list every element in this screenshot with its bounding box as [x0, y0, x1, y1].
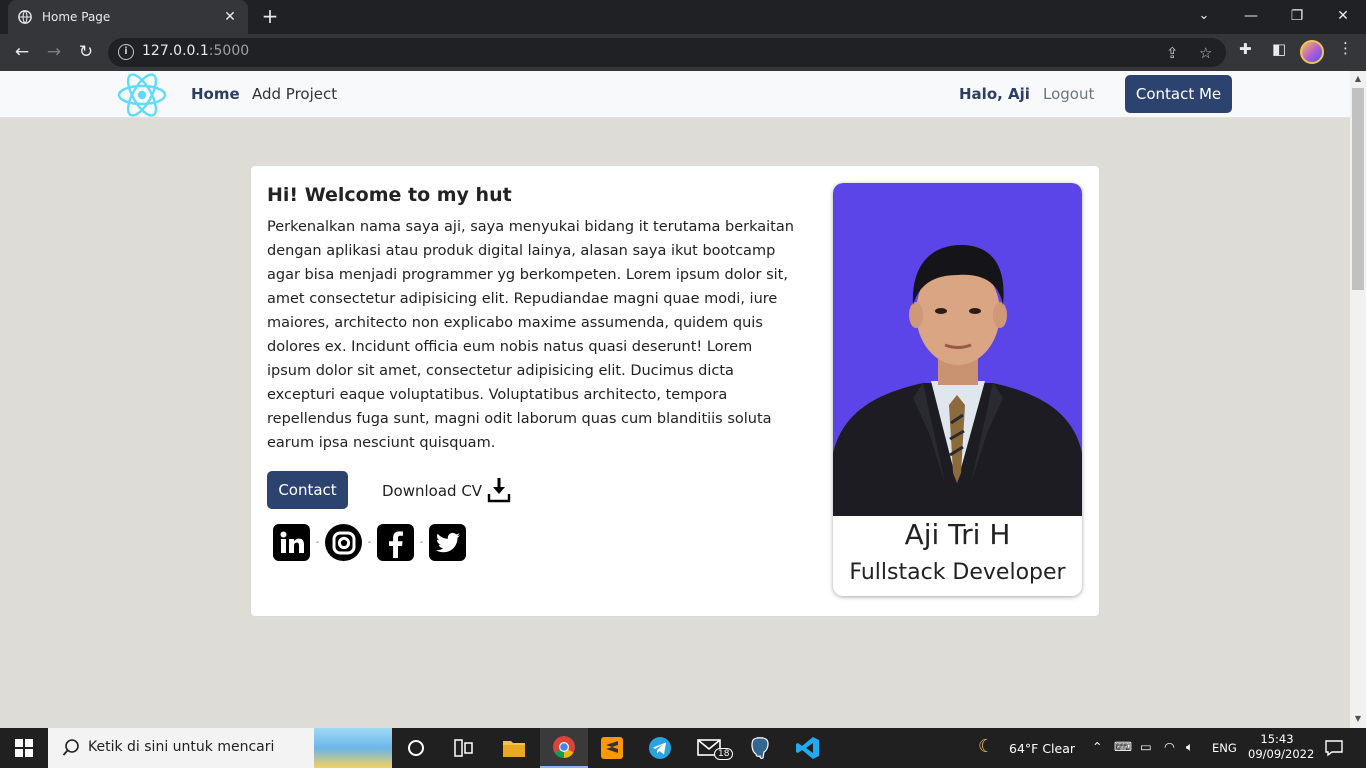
volume-icon[interactable]: 🔈︎	[1186, 739, 1194, 755]
download-icon	[487, 478, 511, 503]
hero-title: Hi! Welcome to my hut	[267, 184, 512, 206]
task-view-icon[interactable]	[440, 728, 488, 768]
twitter-icon[interactable]	[429, 524, 466, 561]
windows-taskbar: Ketik di sini untuk mencari 18 ☾ 64°F Cl…	[0, 728, 1366, 768]
forward-arrow-icon[interactable]: →	[42, 40, 66, 64]
sublime-text-icon[interactable]	[588, 728, 636, 768]
download-cv-label: Download CV	[382, 482, 483, 500]
contact-button[interactable]: Contact	[267, 471, 348, 509]
tab-title: Home Page	[42, 10, 111, 24]
download-cv-link[interactable]: Download CV	[382, 478, 512, 504]
profile-name: Aji Tri H	[904, 518, 1011, 551]
globe-icon	[18, 10, 32, 24]
scroll-up-arrow-icon[interactable]: ▲	[1350, 71, 1366, 87]
tab-search-button[interactable]: ⌄	[1192, 4, 1216, 28]
tray-chevron-up-icon[interactable]: ⌃	[1092, 739, 1102, 754]
site-info-icon[interactable]: i	[118, 44, 134, 60]
profile-photo	[833, 183, 1082, 516]
file-explorer-icon[interactable]	[490, 728, 538, 768]
close-window-button[interactable]: ✕	[1320, 0, 1366, 32]
new-tab-button[interactable]: +	[258, 5, 282, 27]
postgresql-icon[interactable]	[736, 728, 784, 768]
restore-button[interactable]: ❐	[1274, 0, 1320, 32]
mail-icon[interactable]: 18	[686, 728, 734, 768]
taskbar-clock[interactable]: 15:43 09/09/2022	[1248, 732, 1315, 762]
url-text: 127.0.0.1:5000	[142, 43, 250, 59]
cortana-icon[interactable]	[392, 728, 440, 768]
clock-time: 15:43	[1260, 732, 1294, 746]
address-bar[interactable]: i 127.0.0.1:5000 ⇪ ☆	[108, 38, 1226, 67]
profile-role: Fullstack Developer	[849, 560, 1066, 585]
social-separator: -	[419, 537, 424, 548]
battery-icon[interactable]: ▭	[1140, 739, 1152, 754]
facebook-icon[interactable]	[377, 524, 414, 561]
contact-me-button[interactable]: Contact Me	[1125, 75, 1232, 113]
portrait-illustration	[833, 245, 1082, 516]
social-separator: -	[315, 537, 320, 548]
tab-close-icon[interactable]: ✕	[222, 9, 238, 25]
bookmark-star-icon[interactable]: ☆	[1199, 44, 1212, 62]
browser-titlebar: Home Page ✕ + ⌄ — ❐ ✕	[0, 0, 1366, 34]
clock-date: 09/09/2022	[1248, 747, 1315, 761]
weather-moon-icon[interactable]: ☾	[978, 736, 994, 757]
site-navbar: Home Add Project Halo, Aji Logout Contac…	[0, 71, 1350, 118]
language-indicator[interactable]: ENG	[1212, 741, 1237, 755]
browser-menu-icon[interactable]: ⋮	[1338, 39, 1353, 57]
hero-description: Perkenalkan nama saya aji, saya menyukai…	[267, 219, 794, 451]
share-icon[interactable]: ⇪	[1166, 44, 1179, 62]
browser-toolbar: ← → ↻ i 127.0.0.1:5000 ⇪ ☆ ✚ ◧ ⋮	[0, 34, 1366, 71]
profile-card: Aji Tri H Fullstack Developer	[833, 183, 1082, 596]
mail-badge: 18	[714, 748, 734, 760]
hero-card: Hi! Welcome to my hut Perkenalkan nama s…	[250, 165, 1100, 617]
minimize-button[interactable]: —	[1228, 0, 1274, 32]
telegram-icon[interactable]	[636, 728, 684, 768]
social-links: - - -	[273, 524, 466, 561]
side-panel-icon[interactable]: ◧	[1272, 40, 1286, 58]
logout-link[interactable]: Logout	[1043, 85, 1094, 103]
window-controls: — ❐ ✕	[1228, 0, 1366, 34]
windows-start-icon[interactable]	[15, 739, 33, 757]
nav-add-project-link[interactable]: Add Project	[252, 85, 337, 103]
search-highlight-image	[314, 728, 392, 768]
linkedin-icon[interactable]	[273, 524, 310, 561]
vscode-icon[interactable]	[784, 728, 832, 768]
taskbar-search[interactable]: Ketik di sini untuk mencari	[48, 728, 392, 768]
scroll-down-arrow-icon[interactable]: ▼	[1350, 711, 1366, 727]
wifi-icon[interactable]: ◠	[1164, 739, 1175, 754]
search-icon	[62, 739, 79, 756]
nav-home-link[interactable]: Home	[191, 85, 240, 103]
chrome-icon[interactable]	[540, 728, 588, 768]
instagram-icon[interactable]	[325, 524, 362, 561]
profile-avatar[interactable]	[1300, 40, 1324, 64]
reload-icon[interactable]: ↻	[74, 40, 98, 64]
search-placeholder: Ketik di sini untuk mencari	[88, 739, 275, 755]
keyboard-icon[interactable]: ⌨	[1114, 739, 1132, 754]
extensions-puzzle-icon[interactable]: ✚	[1239, 40, 1252, 58]
notification-icon[interactable]	[1324, 738, 1344, 758]
user-greeting: Halo, Aji	[959, 85, 1030, 103]
react-logo-icon[interactable]	[116, 72, 168, 118]
social-separator: -	[367, 537, 372, 548]
scrollbar-thumb[interactable]	[1352, 88, 1364, 290]
back-arrow-icon[interactable]: ←	[10, 40, 34, 64]
weather-text[interactable]: 64°F Clear	[1009, 741, 1075, 756]
browser-tab[interactable]: Home Page ✕	[8, 0, 248, 34]
